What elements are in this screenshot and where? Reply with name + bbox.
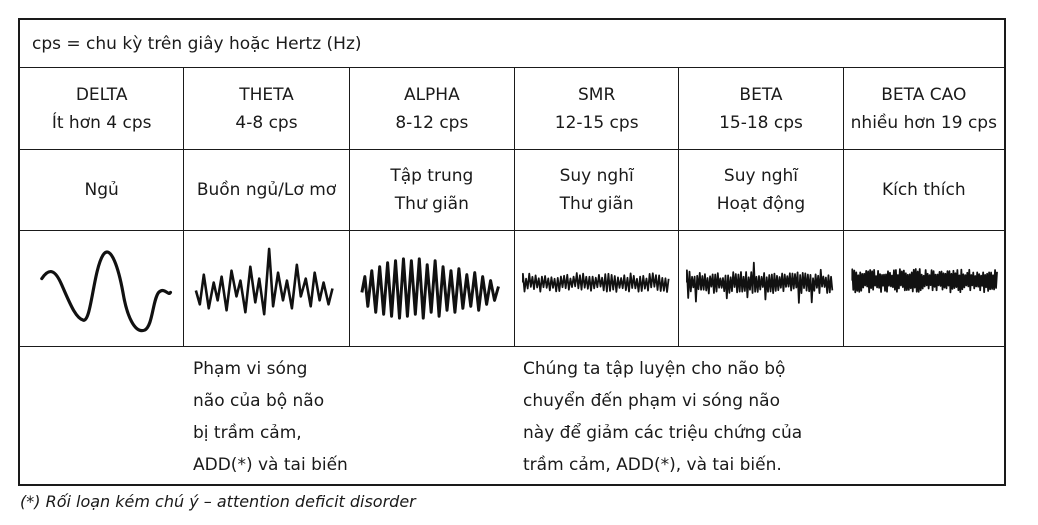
note-line: chuyển đến phạm vi sóng não [523,391,780,411]
state-cell-alpha: Tập trung Thư giãn [350,150,515,230]
band-name: DELTA [75,84,128,105]
band-cell-high-beta: BETA CAO nhiều hơn 19 cps [844,68,1004,149]
delta-waveform [40,250,173,333]
state-label: Thư giãn [394,194,469,214]
waveform-cell-smr [515,231,680,346]
state-label: Suy nghĩ [723,166,799,186]
waveform-cell-delta [20,231,185,346]
smr-waveform [522,272,670,293]
band-range: nhiều hơn 19 cps [850,112,997,133]
state-row: Ngủ Buồn ngủ/Lơ mơ Tập trung Thư giãn Su… [20,150,1004,231]
waveform-cell-high-beta [844,231,1004,346]
band-name-row: DELTA Ít hơn 4 cps THETA 4-8 cps ALPHA 8… [20,68,1004,150]
band-cell-smr: SMR 12-15 cps [515,68,680,149]
band-range: 15-18 cps [719,112,803,133]
state-label: Ngủ [84,180,119,200]
state-cell-high-beta: Kích thích [844,150,1004,230]
band-range: Ít hơn 4 cps [51,112,152,133]
band-cell-theta: THETA 4-8 cps [184,68,350,149]
state-label: Buồn ngủ/Lơ mơ [196,180,337,200]
note-line: ADD(*) và tai biến [193,455,348,475]
note-line: não của bộ não [193,391,325,411]
band-cell-alpha: ALPHA 8-12 cps [350,68,515,149]
band-range: 12-15 cps [554,112,639,133]
state-label: Thư giãn [559,194,634,214]
state-label: Kích thích [881,180,966,200]
table-header: cps = chu kỳ trên giây hoặc Hertz (Hz) [20,20,1004,68]
band-name: BETA CAO [881,84,967,105]
note-line: bị trầm cảm, [193,423,302,443]
state-label: Suy nghĩ [559,166,634,186]
band-range: 8-12 cps [395,112,469,133]
note-line: Phạm vi sóng [193,359,308,379]
eeg-table: cps = chu kỳ trên giây hoặc Hertz (Hz) D… [18,18,1006,486]
note-line: Chúng ta tập luyện cho não bộ [523,359,786,379]
waveform-cell-theta [184,231,350,346]
band-name: SMR [578,84,616,105]
band-cell-delta: DELTA Ít hơn 4 cps [20,68,185,149]
state-cell-beta: Suy nghĩ Hoạt động [679,150,844,230]
state-label: Hoạt động [716,194,806,214]
notes-row: Phạm vi sóng não của bộ não bị trầm cảm,… [20,347,1004,486]
waveform-cell-beta [679,231,844,346]
band-name: ALPHA [403,84,460,105]
waveform-row [20,231,1004,347]
footnote: (*) Rối loạn kém chú ý – attention defic… [20,492,416,511]
high-beta-waveform [851,268,998,294]
state-cell-smr: Suy nghĩ Thư giãn [515,150,680,230]
note-training: Chúng ta tập luyện cho não bộ chuyển đến… [523,353,853,481]
theta-waveform [194,247,335,316]
band-range: 4-8 cps [235,112,298,133]
state-cell-theta: Buồn ngủ/Lơ mơ [184,150,350,230]
state-cell-delta: Ngủ [20,150,185,230]
note-depression-range: Phạm vi sóng não của bộ não bị trầm cảm,… [193,353,393,481]
waveform-cell-alpha [350,231,515,346]
band-name: BETA [739,84,783,105]
band-name: THETA [239,84,294,105]
note-line: này để giảm các triệu chứng của [523,423,803,443]
note-line: trầm cảm, ADD(*), và tai biến. [523,455,782,475]
beta-waveform [686,261,834,304]
state-label: Tập trung [390,166,474,186]
alpha-waveform [360,257,500,320]
band-cell-beta: BETA 15-18 cps [679,68,844,149]
